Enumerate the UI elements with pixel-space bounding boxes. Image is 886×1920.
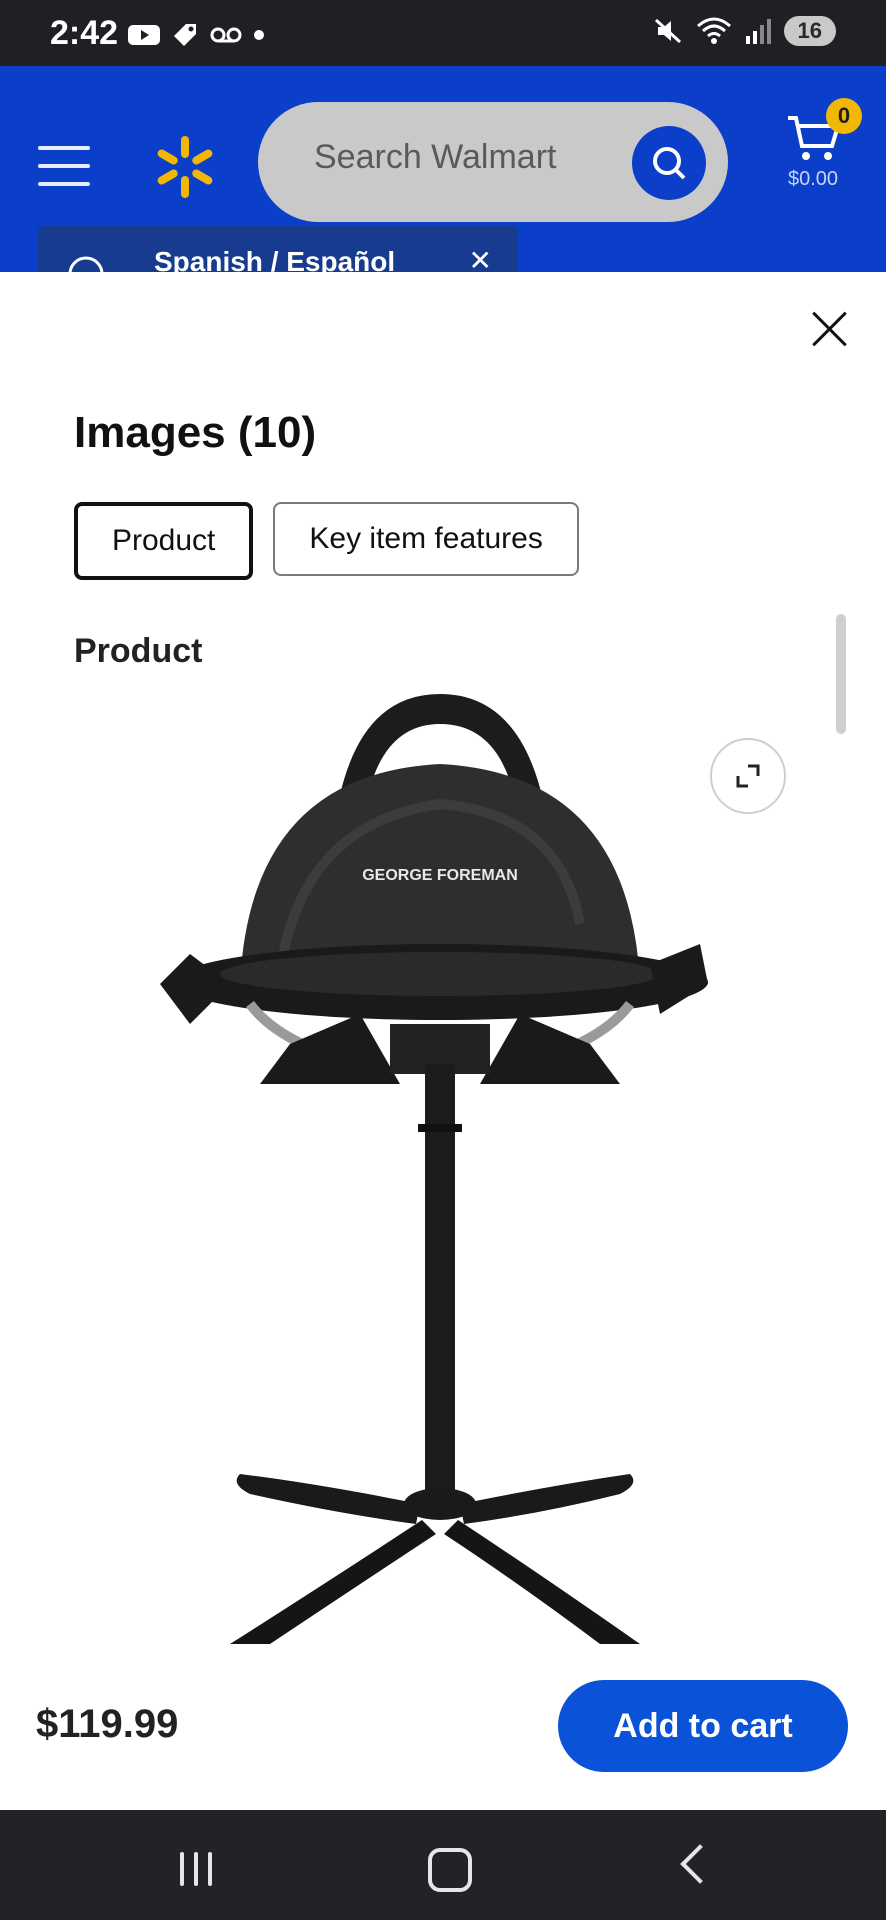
- image-filter-chips: Product Key item features: [74, 502, 579, 580]
- battery-icon: 16: [783, 16, 836, 46]
- expand-image-button[interactable]: [710, 738, 786, 814]
- recents-icon[interactable]: [180, 1852, 212, 1886]
- dot-icon: [254, 30, 264, 40]
- purchase-footer: $119.99 Add to cart: [0, 1644, 886, 1810]
- system-nav-bar: [0, 1810, 886, 1920]
- chip-product[interactable]: Product: [74, 502, 254, 580]
- voicemail-icon: [210, 27, 242, 43]
- status-bar: 2:42 16: [0, 0, 886, 66]
- scrollbar[interactable]: [836, 614, 846, 734]
- walmart-spark-icon[interactable]: [150, 132, 220, 202]
- globe-icon: [68, 256, 104, 274]
- close-tooltip-icon[interactable]: ✕: [469, 244, 492, 274]
- add-to-cart-button[interactable]: Add to cart: [558, 1680, 848, 1772]
- language-tooltip-text[interactable]: Spanish / Español: [154, 246, 395, 274]
- tag-icon: [174, 24, 196, 46]
- cart-count-badge: 0: [826, 98, 862, 134]
- youtube-icon: [128, 25, 160, 45]
- product-price: $119.99: [36, 1702, 179, 1746]
- status-icons-right: 16: [654, 16, 836, 46]
- menu-icon[interactable]: [38, 146, 90, 186]
- sheet-title: Images (10): [74, 408, 317, 457]
- cart-total: $0.00: [788, 168, 839, 190]
- product-image[interactable]: GEORGE FOREMAN: [160, 684, 720, 1644]
- mute-icon: [654, 18, 681, 44]
- expand-icon: [736, 764, 760, 788]
- home-icon[interactable]: [428, 1848, 472, 1892]
- status-icons-left: [128, 20, 266, 50]
- close-icon[interactable]: [812, 312, 846, 346]
- search-bar[interactable]: Search Walmart: [258, 102, 728, 222]
- wifi-icon: [696, 17, 731, 44]
- back-icon[interactable]: [680, 1844, 720, 1884]
- search-button[interactable]: [632, 126, 706, 200]
- search-icon: [653, 147, 686, 180]
- status-time: 2:42: [50, 14, 119, 52]
- search-input[interactable]: Search Walmart: [314, 138, 556, 177]
- cart-button[interactable]: 0 $0.00: [780, 98, 862, 198]
- grill-brand-text: GEORGE FOREMAN: [362, 867, 518, 884]
- chip-key-item-features[interactable]: Key item features: [273, 502, 579, 576]
- images-sheet: Images (10) Product Key item features Pr…: [0, 272, 886, 1810]
- language-tooltip[interactable]: Spanish / Español ✕: [38, 226, 518, 274]
- signal-icon: [745, 19, 771, 44]
- section-label: Product: [74, 632, 203, 670]
